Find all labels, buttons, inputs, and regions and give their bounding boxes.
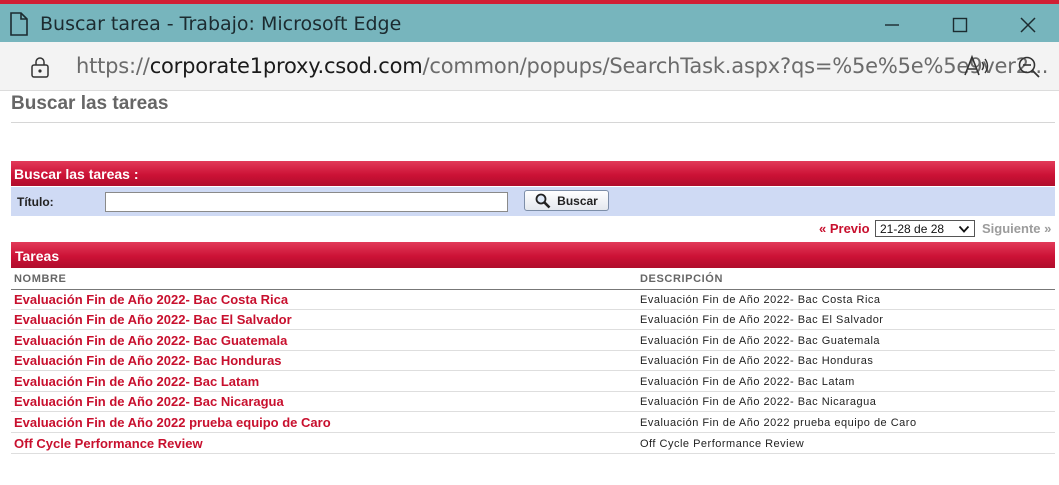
task-description: Evaluación Fin de Año 2022 prueba equipo… [640, 417, 917, 429]
zoom-out-icon[interactable] [1017, 55, 1041, 79]
close-button[interactable] [1006, 8, 1050, 42]
window-title: Buscar tarea - Trabajo: Microsoft Edge [40, 13, 402, 35]
read-aloud-icon[interactable] [963, 54, 991, 78]
search-button[interactable]: Buscar [524, 190, 609, 211]
chevron-down-icon [958, 225, 970, 233]
search-section-header: Buscar las tareas : [11, 161, 1055, 186]
minimize-icon [885, 24, 899, 26]
title-label: Título: [17, 195, 54, 209]
task-name-link[interactable]: Evaluación Fin de Año 2022- Bac Latam [14, 374, 259, 389]
url-text[interactable]: https://corporate1proxy.csod.com/common/… [76, 54, 1048, 78]
page-title: Buscar las tareas [11, 93, 169, 114]
table-row: Evaluación Fin de Año 2022- Bac Nicaragu… [11, 392, 1055, 412]
pagination: « Previo 21-28 de 28 Siguiente » [0, 220, 1055, 240]
task-name-link[interactable]: Evaluación Fin de Año 2022- Bac Honduras [14, 353, 282, 368]
minimize-button[interactable] [870, 8, 914, 42]
page-content: Buscar las tareas Buscar las tareas : Tí… [0, 90, 1059, 485]
page-icon [10, 12, 28, 36]
maximize-button[interactable] [938, 8, 982, 42]
table-row: Evaluación Fin de Año 2022- Bac Latam Ev… [11, 372, 1055, 392]
lock-icon[interactable] [30, 56, 50, 78]
page-range-select[interactable]: 21-28 de 28 [875, 220, 975, 237]
task-description: Evaluación Fin de Año 2022- Bac Latam [640, 376, 855, 388]
task-description: Off Cycle Performance Review [640, 438, 805, 450]
search-button-label: Buscar [557, 193, 598, 208]
task-description: Evaluación Fin de Año 2022- Bac Costa Ri… [640, 294, 881, 306]
next-page-link[interactable]: Siguiente » [982, 221, 1051, 236]
task-name-link[interactable]: Evaluación Fin de Año 2022- Bac Guatemal… [14, 333, 287, 348]
task-name-link[interactable]: Evaluación Fin de Año 2022 prueba equipo… [14, 415, 331, 430]
url-path: /common/popups/SearchTask.aspx?qs=%5e%5e… [422, 54, 1049, 78]
title-divider [11, 122, 1055, 123]
magnifier-icon [535, 193, 551, 208]
maximize-icon [952, 17, 968, 33]
task-name-link[interactable]: Evaluación Fin de Año 2022- Bac Nicaragu… [14, 394, 284, 409]
address-bar[interactable]: https://corporate1proxy.csod.com/common/… [0, 42, 1059, 91]
previous-page-link[interactable]: « Previo [819, 221, 870, 236]
task-description: Evaluación Fin de Año 2022- Bac Guatemal… [640, 335, 881, 347]
search-form: Título: Buscar [11, 187, 1055, 216]
table-row: Evaluación Fin de Año 2022- Bac Honduras… [11, 351, 1055, 371]
task-description: Evaluación Fin de Año 2022- Bac Nicaragu… [640, 396, 877, 408]
task-description: Evaluación Fin de Año 2022- Bac El Salva… [640, 314, 884, 326]
task-name-link[interactable]: Evaluación Fin de Año 2022- Bac Costa Ri… [14, 292, 288, 307]
task-name-link[interactable]: Off Cycle Performance Review [14, 436, 203, 451]
column-header-description: DESCRIPCIÓN [640, 273, 723, 285]
table-row: Off Cycle Performance Review Off Cycle P… [11, 434, 1055, 454]
table-row: Evaluación Fin de Año 2022- Bac El Salva… [11, 310, 1055, 330]
tasks-section-header: Tareas [11, 242, 1055, 268]
table-row: Evaluación Fin de Año 2022- Bac Guatemal… [11, 331, 1055, 351]
column-header-name: NOMBRE [14, 273, 67, 285]
table-row: Evaluación Fin de Año 2022- Bac Costa Ri… [11, 290, 1055, 310]
title-search-input[interactable] [105, 192, 508, 212]
window-titlebar[interactable]: Buscar tarea - Trabajo: Microsoft Edge [0, 4, 1059, 42]
url-scheme: https:// [76, 54, 150, 78]
close-icon [1020, 17, 1036, 33]
task-description: Evaluación Fin de Año 2022- Bac Honduras [640, 355, 874, 367]
page-range-value: 21-28 de 28 [880, 222, 945, 236]
url-host: corporate1proxy.csod.com [149, 54, 423, 78]
task-name-link[interactable]: Evaluación Fin de Año 2022- Bac El Salva… [14, 312, 292, 327]
table-row: Evaluación Fin de Año 2022 prueba equipo… [11, 413, 1055, 433]
